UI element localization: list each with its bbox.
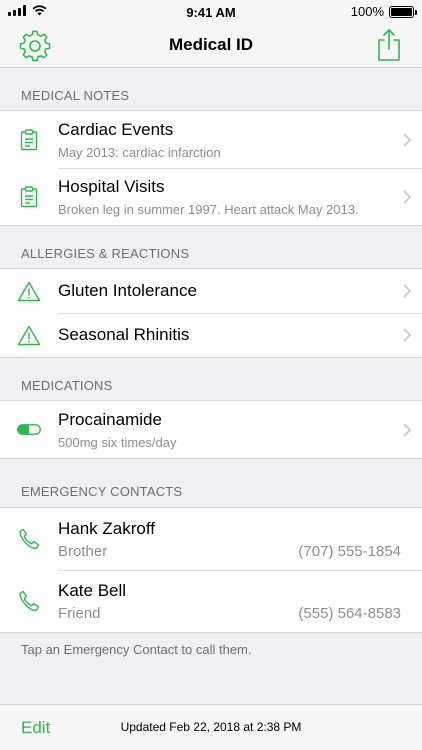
battery-percent: 100%	[350, 4, 384, 19]
contact-name: Kate Bell	[58, 580, 127, 600]
contact-phone: (707) 555-1854	[298, 542, 401, 560]
allergy-row-gluten-intolerance[interactable]: Gluten Intolerance	[0, 269, 422, 313]
battery-icon	[389, 5, 417, 18]
chevron-right-icon	[392, 189, 422, 204]
pill-icon	[0, 424, 58, 435]
contact-row-kate-bell[interactable]: Kate Bell Friend (555) 564-8583	[0, 570, 422, 632]
bottom-toolbar: Edit Updated Feb 22, 2018 at 2:38 PM	[0, 704, 422, 750]
contacts-footer-note: Tap an Emergency Contact to call them.	[21, 642, 252, 657]
contact-name: Hank Zakroff	[58, 518, 156, 538]
note-subtitle: Broken leg in summer 1997. Heart attack …	[58, 201, 359, 217]
battery-fill	[391, 7, 412, 16]
chevron-right-icon	[392, 132, 422, 147]
clipboard-icon	[0, 185, 58, 208]
contact-phone: (555) 564-8583	[298, 604, 401, 622]
section-header-medications: MEDICATIONS	[21, 378, 113, 393]
section-header-emergency-contacts: EMERGENCY CONTACTS	[21, 484, 183, 499]
medical-id-content: MEDICAL NOTES Cardiac Events May 2013: c…	[0, 68, 422, 663]
warning-icon	[0, 281, 58, 302]
medication-dosage: 500mg six times/day	[58, 434, 177, 450]
medical-notes-group: Cardiac Events May 2013: cardiac infarct…	[0, 110, 422, 226]
chevron-right-icon	[392, 422, 422, 437]
section-header-allergies: ALLERGIES & REACTIONS	[21, 246, 190, 261]
status-bar: 9:41 AM 100%	[0, 0, 422, 24]
share-icon[interactable]	[374, 27, 404, 63]
emergency-contacts-group: Hank Zakroff Brother (707) 555-1854 Kate…	[0, 507, 422, 633]
warning-icon	[0, 325, 58, 346]
medication-row-procainamide[interactable]: Procainamide 500mg six times/day	[0, 401, 422, 458]
contact-relation: Friend	[58, 604, 101, 622]
phone-icon	[0, 528, 58, 550]
allergies-group: Gluten Intolerance Seasonal Rhinitis	[0, 268, 422, 358]
phone-icon	[0, 590, 58, 612]
note-title: Cardiac Events	[58, 119, 174, 139]
note-subtitle: May 2013: cardiac infarction	[58, 144, 221, 160]
allergy-title: Gluten Intolerance	[58, 281, 197, 300]
page-title: Medical ID	[168, 35, 254, 54]
contact-relation: Brother	[58, 542, 108, 560]
contact-row-hank-zakroff[interactable]: Hank Zakroff Brother (707) 555-1854	[0, 508, 422, 570]
medication-title: Procainamide	[58, 409, 162, 429]
note-row-cardiac-events[interactable]: Cardiac Events May 2013: cardiac infarct…	[0, 111, 422, 168]
status-right: 100%	[350, 4, 417, 19]
note-title: Hospital Visits	[58, 176, 165, 196]
nav-bar: Medical ID	[0, 24, 422, 68]
note-row-hospital-visits[interactable]: Hospital Visits Broken leg in summer 199…	[0, 168, 422, 225]
section-header-medical-notes: MEDICAL NOTES	[21, 88, 130, 103]
chevron-right-icon	[392, 328, 422, 342]
clipboard-icon	[0, 128, 58, 151]
chevron-right-icon	[392, 284, 422, 298]
allergy-row-seasonal-rhinitis[interactable]: Seasonal Rhinitis	[0, 313, 422, 357]
allergy-title: Seasonal Rhinitis	[58, 325, 190, 344]
updated-timestamp: Updated Feb 22, 2018 at 2:38 PM	[120, 720, 302, 734]
medications-group: Procainamide 500mg six times/day	[0, 400, 422, 459]
